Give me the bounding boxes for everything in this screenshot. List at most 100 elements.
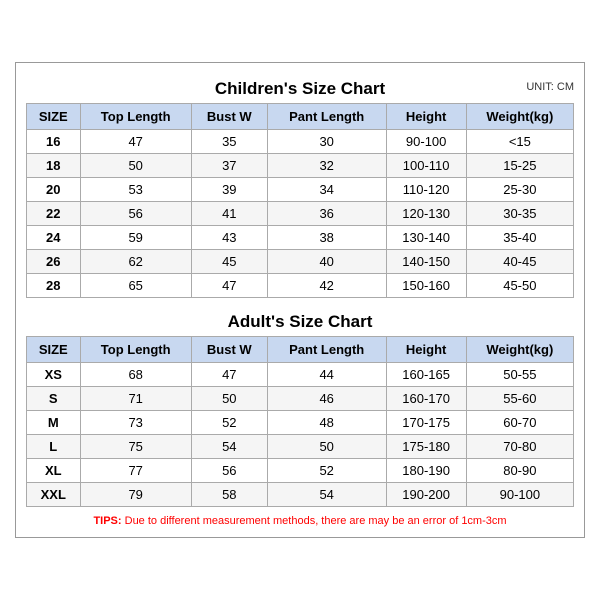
adults-size-table: SIZE Top Length Bust W Pant Length Heigh… <box>26 336 574 507</box>
adults-title-text: Adult's Size Chart <box>228 312 373 331</box>
table-cell: 73 <box>80 411 191 435</box>
adults-col-pantlength: Pant Length <box>267 337 386 363</box>
table-cell: 47 <box>191 363 267 387</box>
table-row: M735248170-17560-70 <box>27 411 574 435</box>
table-cell: 80-90 <box>466 459 573 483</box>
children-col-size: SIZE <box>27 104 81 130</box>
table-cell: 50 <box>267 435 386 459</box>
table-cell: 59 <box>80 226 191 250</box>
table-cell: <15 <box>466 130 573 154</box>
children-title-text: Children's Size Chart <box>215 79 385 98</box>
table-cell: 24 <box>27 226 81 250</box>
table-cell: 26 <box>27 250 81 274</box>
table-cell: 160-170 <box>386 387 466 411</box>
table-cell: 35 <box>191 130 267 154</box>
table-cell: 34 <box>267 178 386 202</box>
table-cell: 190-200 <box>386 483 466 507</box>
adults-col-toplength: Top Length <box>80 337 191 363</box>
table-cell: 70-80 <box>466 435 573 459</box>
table-cell: 52 <box>267 459 386 483</box>
table-cell: 71 <box>80 387 191 411</box>
table-row: L755450175-18070-80 <box>27 435 574 459</box>
table-row: XL775652180-19080-90 <box>27 459 574 483</box>
table-cell: M <box>27 411 81 435</box>
table-cell: 90-100 <box>386 130 466 154</box>
table-cell: 16 <box>27 130 81 154</box>
table-cell: 54 <box>267 483 386 507</box>
table-cell: 42 <box>267 274 386 298</box>
table-cell: 58 <box>191 483 267 507</box>
adults-col-bustw: Bust W <box>191 337 267 363</box>
table-cell: 18 <box>27 154 81 178</box>
table-row: 24594338130-14035-40 <box>27 226 574 250</box>
table-cell: 38 <box>267 226 386 250</box>
table-cell: 79 <box>80 483 191 507</box>
table-cell: 52 <box>191 411 267 435</box>
table-row: 26624540140-15040-45 <box>27 250 574 274</box>
table-row: S715046160-17055-60 <box>27 387 574 411</box>
adults-col-height: Height <box>386 337 466 363</box>
adults-header-row: SIZE Top Length Bust W Pant Length Heigh… <box>27 337 574 363</box>
table-cell: 39 <box>191 178 267 202</box>
children-header-row: SIZE Top Length Bust W Pant Length Heigh… <box>27 104 574 130</box>
table-cell: XXL <box>27 483 81 507</box>
table-cell: 53 <box>80 178 191 202</box>
table-cell: 25-30 <box>466 178 573 202</box>
tips-text: Due to different measurement methods, th… <box>125 515 507 527</box>
table-cell: 30-35 <box>466 202 573 226</box>
table-cell: 45 <box>191 250 267 274</box>
table-row: 18503732100-11015-25 <box>27 154 574 178</box>
table-row: 20533934110-12025-30 <box>27 178 574 202</box>
table-cell: 28 <box>27 274 81 298</box>
table-cell: 41 <box>191 202 267 226</box>
table-cell: 44 <box>267 363 386 387</box>
table-cell: 43 <box>191 226 267 250</box>
table-cell: S <box>27 387 81 411</box>
table-cell: 55-60 <box>466 387 573 411</box>
tips-label: TIPS: <box>93 515 121 527</box>
adults-title: Adult's Size Chart <box>26 306 574 336</box>
table-cell: 20 <box>27 178 81 202</box>
table-cell: 30 <box>267 130 386 154</box>
table-cell: 40 <box>267 250 386 274</box>
table-cell: 47 <box>191 274 267 298</box>
children-col-height: Height <box>386 104 466 130</box>
table-cell: 36 <box>267 202 386 226</box>
table-cell: 90-100 <box>466 483 573 507</box>
table-cell: 47 <box>80 130 191 154</box>
table-cell: 120-130 <box>386 202 466 226</box>
table-cell: 170-175 <box>386 411 466 435</box>
table-cell: L <box>27 435 81 459</box>
table-cell: 48 <box>267 411 386 435</box>
table-cell: 15-25 <box>466 154 573 178</box>
table-row: 22564136120-13030-35 <box>27 202 574 226</box>
children-col-weight: Weight(kg) <box>466 104 573 130</box>
table-cell: 140-150 <box>386 250 466 274</box>
table-cell: 45-50 <box>466 274 573 298</box>
table-cell: 180-190 <box>386 459 466 483</box>
table-cell: 160-165 <box>386 363 466 387</box>
table-cell: 32 <box>267 154 386 178</box>
children-col-pantlength: Pant Length <box>267 104 386 130</box>
adults-col-weight: Weight(kg) <box>466 337 573 363</box>
table-row: 28654742150-16045-50 <box>27 274 574 298</box>
table-cell: 40-45 <box>466 250 573 274</box>
table-cell: 50 <box>191 387 267 411</box>
table-cell: 60-70 <box>466 411 573 435</box>
table-cell: 110-120 <box>386 178 466 202</box>
table-cell: 100-110 <box>386 154 466 178</box>
tips-row: TIPS: Due to different measurement metho… <box>26 515 574 527</box>
table-cell: 56 <box>80 202 191 226</box>
table-row: XS684744160-16550-55 <box>27 363 574 387</box>
table-cell: 150-160 <box>386 274 466 298</box>
table-cell: 175-180 <box>386 435 466 459</box>
table-cell: XL <box>27 459 81 483</box>
size-chart-container: Children's Size Chart UNIT: CM SIZE Top … <box>15 62 585 538</box>
table-cell: 46 <box>267 387 386 411</box>
table-cell: 75 <box>80 435 191 459</box>
table-row: XXL795854190-20090-100 <box>27 483 574 507</box>
children-col-bustw: Bust W <box>191 104 267 130</box>
table-cell: XS <box>27 363 81 387</box>
table-cell: 130-140 <box>386 226 466 250</box>
children-title: Children's Size Chart UNIT: CM <box>26 73 574 103</box>
